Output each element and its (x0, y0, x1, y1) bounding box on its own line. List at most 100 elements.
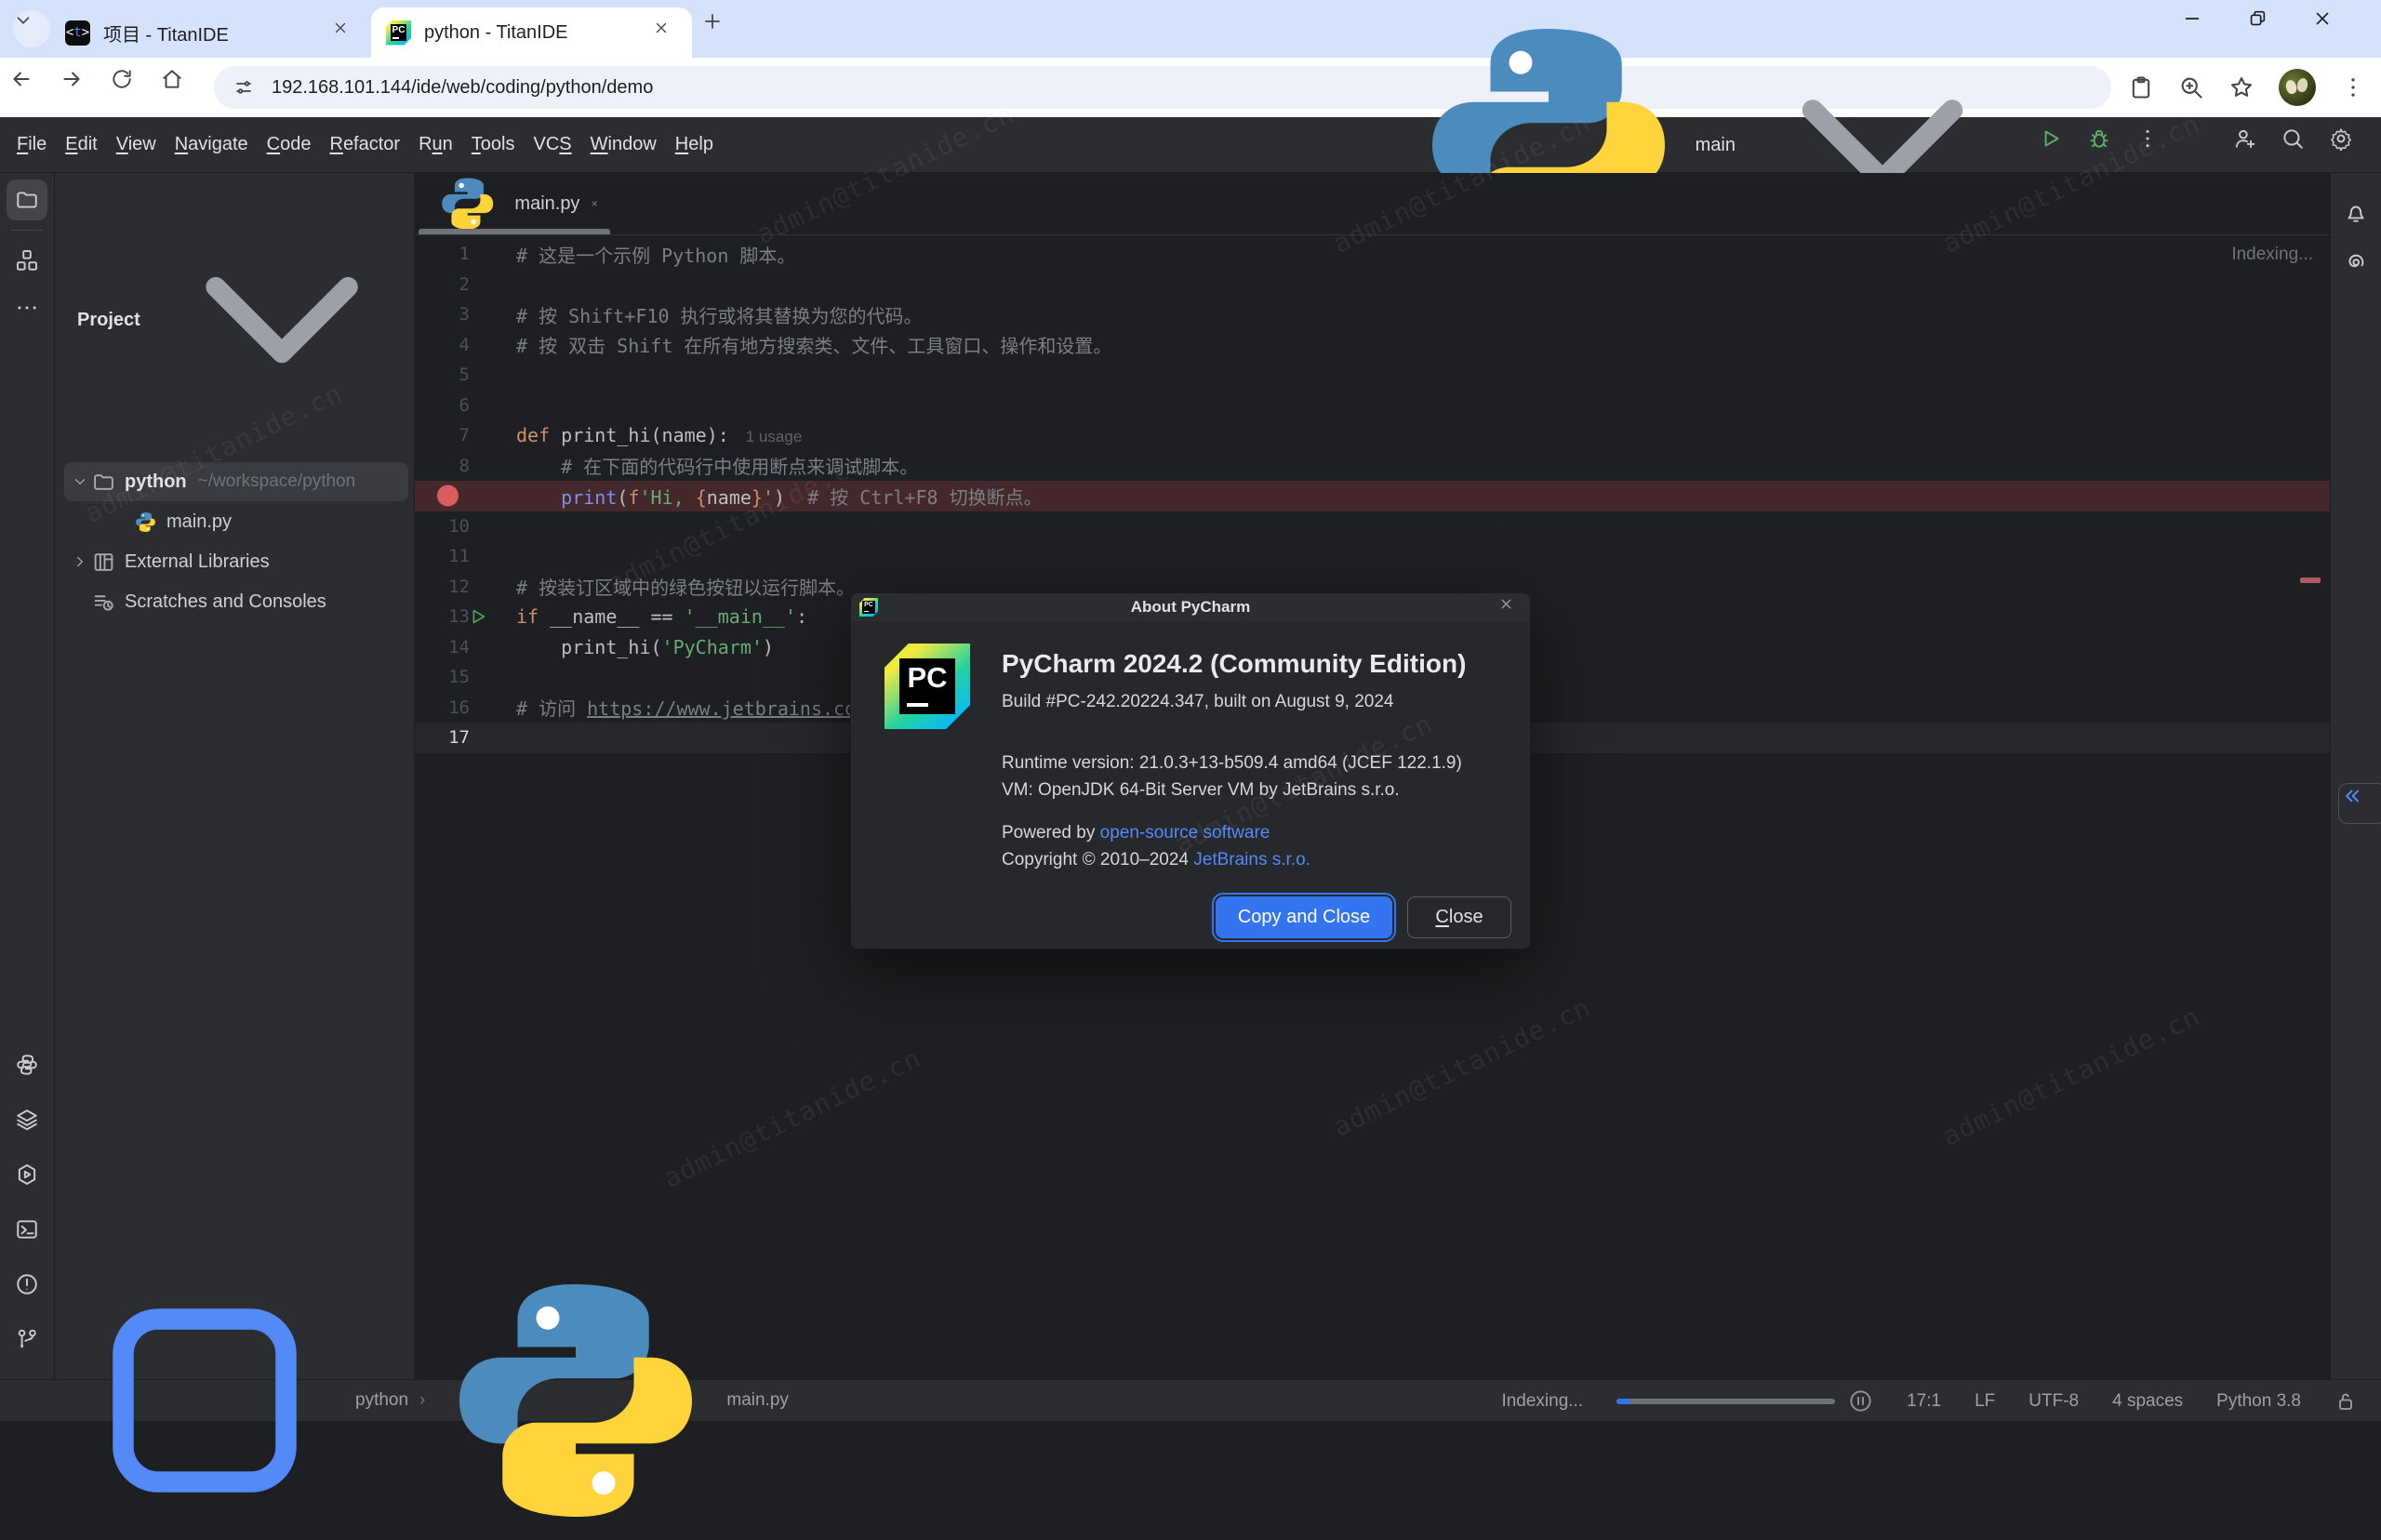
tab-search-button[interactable] (13, 10, 50, 47)
code-line-3[interactable]: 3# 按 Shift+F10 执行或将其替换为您的代码。 (415, 299, 2330, 330)
chevron-right-icon[interactable] (68, 550, 92, 574)
code-line-4[interactable]: 4# 按 双击 Shift 在所有地方搜索类、文件、工具窗口、操作和设置。 (415, 330, 2330, 361)
structure-tool-window-button[interactable] (7, 240, 47, 281)
status-17-1[interactable]: 17:1 (1907, 1391, 1941, 1412)
gutter[interactable]: 7 (415, 425, 516, 445)
breadcrumb-project[interactable]: python (355, 1390, 408, 1411)
menu-edit[interactable]: Edit (56, 126, 106, 163)
menu-refactor[interactable]: Refactor (320, 126, 409, 163)
dialog-close-button[interactable] (1498, 596, 1521, 618)
clipboard-icon[interactable] (2128, 74, 2154, 100)
more-tool-windows-button[interactable] (7, 287, 47, 328)
browser-tab-titanide[interactable]: <t> 项目 - TitanIDE (50, 7, 371, 58)
code-line-7[interactable]: 7def print_hi(name):1 usage (415, 420, 2330, 451)
gutter[interactable]: 12 (415, 577, 516, 597)
gutter[interactable]: 6 (415, 395, 516, 416)
gutter[interactable]: 10 (415, 516, 516, 537)
jetbrains-link[interactable]: JetBrains s.r.o. (1193, 850, 1310, 870)
code-line-10[interactable]: 10 (415, 511, 2330, 542)
browser-tab-pycharm[interactable]: PC python - TitanIDE (371, 7, 692, 58)
code-line-6[interactable]: 6 (415, 391, 2330, 421)
gutter[interactable]: 11 (415, 546, 516, 566)
minimize-button[interactable] (2182, 8, 2223, 49)
tree-item-python[interactable]: python~/workspace/python (64, 462, 408, 501)
site-info-icon[interactable] (233, 76, 255, 99)
settings-button[interactable] (2329, 126, 2366, 164)
gutter[interactable]: 2 (415, 274, 516, 295)
close-tab-icon[interactable] (332, 20, 358, 46)
dialog-title-bar[interactable]: PC About PyCharm (851, 593, 1530, 621)
status-utf-8[interactable]: UTF-8 (2029, 1391, 2079, 1412)
code-line-9[interactable]: print(f'Hi, {name}') # 按 Ctrl+F8 切换断点。 (415, 481, 2330, 511)
gutter[interactable]: 1 (415, 244, 516, 264)
bookmark-star-icon[interactable] (2228, 74, 2255, 100)
menu-run[interactable]: Run (409, 126, 462, 163)
breakpoint-icon[interactable] (437, 485, 459, 507)
restore-button[interactable] (2247, 8, 2288, 49)
services-button[interactable] (7, 1154, 47, 1195)
gutter[interactable]: 5 (415, 365, 516, 385)
close-window-button[interactable] (2312, 8, 2353, 49)
gutter[interactable]: 15 (415, 667, 516, 687)
status-python-3.8[interactable]: Python 3.8 (2216, 1391, 2301, 1412)
hidden-windows-button[interactable] (2338, 783, 2381, 824)
menu-navigate[interactable]: Navigate (166, 126, 258, 163)
tree-item-scratches-and-consoles[interactable]: Scratches and Consoles (64, 582, 408, 621)
run-button[interactable] (2039, 126, 2076, 164)
status-4-spaces[interactable]: 4 spaces (2112, 1391, 2183, 1412)
code-line-1[interactable]: 1# 这是一个示例 Python 脚本。 (415, 239, 2330, 270)
tree-item-external-libraries[interactable]: External Libraries (64, 542, 408, 581)
code-with-me-button[interactable] (2232, 126, 2269, 164)
close-button[interactable]: Close (1407, 896, 1511, 938)
menu-vcs[interactable]: VCS (525, 126, 581, 163)
menu-window[interactable]: Window (581, 126, 666, 163)
gutter[interactable]: 8 (415, 456, 516, 476)
gutter[interactable]: 13 (415, 606, 516, 627)
pause-progress-button[interactable] (1848, 1388, 1873, 1414)
notifications-button[interactable] (2335, 192, 2376, 233)
close-tab-icon[interactable] (653, 20, 679, 46)
open-source-link[interactable]: open-source software (1100, 823, 1270, 843)
profile-avatar[interactable] (2279, 69, 2316, 106)
gutter[interactable]: 14 (415, 637, 516, 657)
code-line-2[interactable]: 2 (415, 270, 2330, 300)
zoom-magnifier-icon[interactable] (2178, 74, 2204, 100)
gutter[interactable]: 3 (415, 304, 516, 325)
reload-button[interactable] (110, 67, 151, 108)
tree-item-main-py[interactable]: main.py (64, 502, 408, 541)
gutter[interactable]: 4 (415, 335, 516, 355)
ai-assistant-button[interactable] (2335, 242, 2376, 283)
menu-code[interactable]: Code (258, 126, 321, 163)
status-indexing-label[interactable]: Indexing... (1501, 1391, 1583, 1412)
status-lf[interactable]: LF (1975, 1391, 1995, 1412)
new-tab-button[interactable] (701, 10, 738, 47)
close-editor-tab-icon[interactable] (591, 194, 599, 213)
file-lock-icon[interactable] (2334, 1390, 2357, 1413)
python-packages-button[interactable] (7, 1099, 47, 1140)
debug-button[interactable] (2087, 126, 2124, 164)
menu-file[interactable]: File (7, 126, 56, 163)
error-stripe-mark[interactable] (2300, 578, 2321, 583)
run-line-icon[interactable] (468, 606, 488, 627)
menu-tools[interactable]: Tools (462, 126, 525, 163)
copy-and-close-button[interactable]: Copy and Close (1216, 896, 1392, 938)
menu-view[interactable]: View (107, 126, 166, 163)
browser-menu-kebab-icon[interactable] (2340, 74, 2366, 100)
search-everywhere-button[interactable] (2281, 126, 2318, 164)
code-line-11[interactable]: 11 (415, 541, 2330, 572)
menu-help[interactable]: Help (666, 126, 723, 163)
home-button[interactable] (160, 67, 201, 108)
gutter[interactable]: 16 (415, 697, 516, 718)
gutter[interactable]: 17 (415, 727, 516, 748)
code-line-8[interactable]: 8 # 在下面的代码行中使用断点来调试脚本。 (415, 451, 2330, 482)
back-button[interactable] (9, 67, 50, 108)
project-panel-header[interactable]: Project (55, 173, 414, 461)
chevron-down-icon[interactable] (68, 470, 92, 494)
terminal-button[interactable] (7, 1209, 47, 1250)
url-text[interactable]: 192.168.101.144/ide/web/coding/python/de… (272, 77, 653, 99)
python-console-button[interactable] (7, 1044, 47, 1085)
code-line-5[interactable]: 5 (415, 360, 2330, 391)
breadcrumb-file[interactable]: main.py (726, 1390, 789, 1411)
editor-tab-main-py[interactable]: main.py (415, 173, 614, 234)
more-actions-button[interactable] (2135, 126, 2173, 164)
